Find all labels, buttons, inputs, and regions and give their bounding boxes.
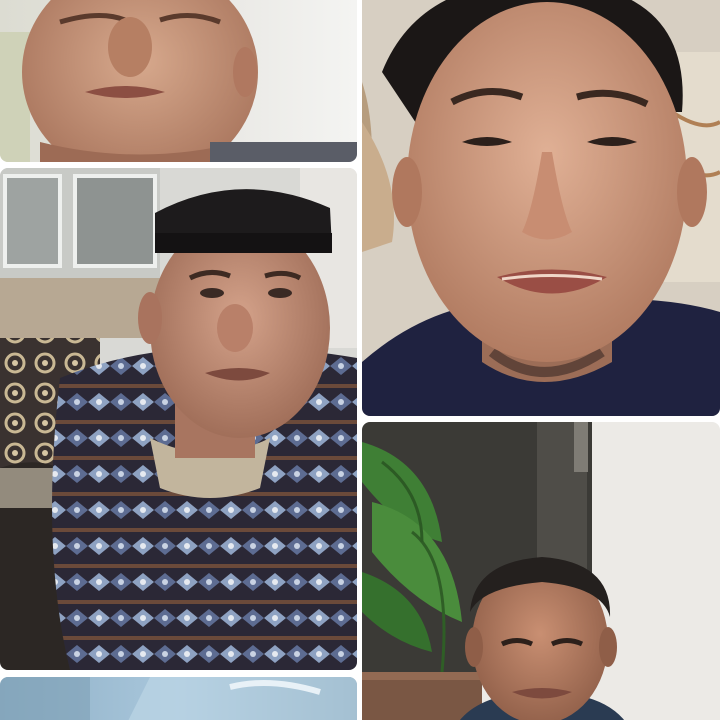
participant-video-tile-2[interactable] — [0, 168, 357, 670]
participant-video-tile-4[interactable] — [362, 0, 720, 416]
participant-video-feed-5 — [362, 422, 720, 720]
video-call-grid — [0, 0, 720, 720]
participant-video-feed-1 — [0, 0, 357, 162]
participant-video-tile-3[interactable] — [0, 677, 357, 720]
participant-video-feed-2 — [0, 168, 357, 670]
participant-video-tile-1[interactable] — [0, 0, 357, 162]
participant-video-feed-3 — [0, 677, 357, 720]
participant-video-feed-4 — [362, 0, 720, 416]
participant-video-tile-5[interactable] — [362, 422, 720, 720]
